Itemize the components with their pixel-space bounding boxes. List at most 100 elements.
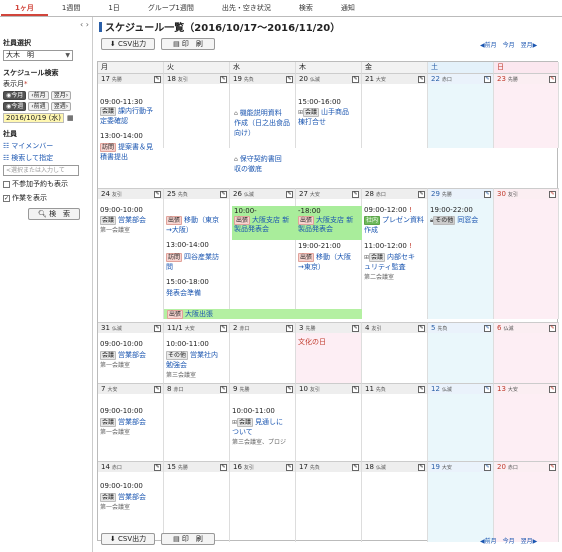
- day-number[interactable]: 2: [233, 324, 237, 332]
- add-event-icon[interactable]: ✎: [484, 464, 491, 471]
- event-title-cont[interactable]: →東京）: [298, 263, 325, 272]
- event-title-cont[interactable]: 問: [166, 263, 173, 272]
- next-month-link[interactable]: 翌月▶: [521, 40, 538, 49]
- day-number[interactable]: 22: [431, 75, 440, 83]
- add-event-icon[interactable]: ✎: [154, 386, 161, 393]
- add-event-icon[interactable]: ✎: [418, 464, 425, 471]
- event-title[interactable]: 会議 課内行動予: [100, 107, 153, 116]
- day-number[interactable]: 17: [101, 75, 110, 83]
- event-block[interactable]: -18:00 出張 大阪支店 新 製品発表会: [296, 206, 362, 240]
- add-event-icon[interactable]: ✎: [549, 464, 556, 471]
- add-event-icon[interactable]: ✎: [418, 325, 425, 332]
- day-number[interactable]: 3: [299, 324, 303, 332]
- day-cell[interactable]: [230, 472, 296, 542]
- next-week-button[interactable]: 翌週›: [50, 102, 72, 111]
- tab-week[interactable]: 1週間: [48, 0, 94, 16]
- add-event-icon[interactable]: ✎: [220, 386, 227, 393]
- add-event-icon[interactable]: ✎: [484, 191, 491, 198]
- add-event-icon[interactable]: ✎: [286, 386, 293, 393]
- add-event-icon[interactable]: ✎: [154, 464, 161, 471]
- my-member-link[interactable]: ☷ マイメンバー: [0, 140, 92, 152]
- calendar-icon[interactable]: ▦: [67, 114, 74, 122]
- tab-notice[interactable]: 通知: [327, 0, 369, 16]
- this-month-button[interactable]: ◉今月: [3, 91, 27, 100]
- tab-search[interactable]: 検索: [285, 0, 327, 16]
- add-event-icon[interactable]: ✎: [352, 386, 359, 393]
- event-title[interactable]: 発表会準備: [166, 289, 201, 298]
- day-cell[interactable]: [494, 333, 559, 384]
- add-event-icon[interactable]: ✎: [418, 191, 425, 198]
- next-month-button[interactable]: 翌月›: [50, 91, 72, 100]
- event-title[interactable]: 会議 営業部会: [100, 216, 146, 225]
- task-title-cont[interactable]: 作成（日之出食品: [234, 119, 290, 128]
- day-cell[interactable]: [164, 472, 230, 542]
- print-button-bottom[interactable]: ▤ 印 刷: [161, 533, 215, 545]
- search-button[interactable]: 🔍︎ 検 索: [28, 208, 80, 220]
- add-event-icon[interactable]: ✎: [286, 325, 293, 332]
- day-number[interactable]: 11: [365, 385, 374, 393]
- day-number[interactable]: 27: [299, 190, 308, 198]
- add-event-icon[interactable]: ✎: [549, 325, 556, 332]
- add-event-icon[interactable]: ✎: [549, 191, 556, 198]
- prev-month-link[interactable]: ◀前月: [480, 40, 497, 49]
- day-cell[interactable]: [164, 394, 230, 461]
- prev-week-button[interactable]: ‹前週: [28, 102, 49, 111]
- tab-day[interactable]: 1日: [94, 0, 133, 16]
- day-number[interactable]: 12: [431, 385, 440, 393]
- day-number[interactable]: 5: [431, 324, 435, 332]
- event-title[interactable]: 社内 プレゼン資料: [364, 216, 424, 225]
- tab-month[interactable]: 1ヶ月: [1, 0, 48, 16]
- event-title[interactable]: 会議 営業部会: [100, 351, 146, 360]
- day-number[interactable]: 19: [233, 75, 242, 83]
- this-month-link[interactable]: 今月: [503, 536, 515, 545]
- event-title-cont[interactable]: →大阪）: [166, 226, 193, 235]
- multi-day-event[interactable]: 出張 大阪出張: [164, 309, 362, 319]
- day-number[interactable]: 20: [497, 463, 506, 471]
- add-event-icon[interactable]: ✎: [418, 386, 425, 393]
- add-event-icon[interactable]: ✎: [484, 386, 491, 393]
- add-event-icon[interactable]: ✎: [220, 191, 227, 198]
- day-cell[interactable]: [494, 472, 559, 542]
- event-title-cont[interactable]: 勉強会: [166, 361, 187, 370]
- add-event-icon[interactable]: ✎: [154, 76, 161, 83]
- day-cell[interactable]: [296, 394, 362, 461]
- day-number[interactable]: 10: [299, 385, 308, 393]
- event-title-cont[interactable]: ついて: [232, 428, 253, 437]
- day-cell[interactable]: [362, 333, 428, 384]
- day-cell[interactable]: [494, 84, 559, 148]
- day-number[interactable]: 11/1: [167, 324, 183, 332]
- event-title[interactable]: 出張 移動（大阪: [298, 253, 351, 262]
- day-number[interactable]: 4: [365, 324, 369, 332]
- day-number[interactable]: 14: [101, 463, 110, 471]
- task-title-cont[interactable]: 収の徹底: [234, 165, 262, 174]
- event-title-cont[interactable]: 棟打合せ: [298, 118, 326, 127]
- event-title[interactable]: ⊞ 会議 見通しに: [232, 418, 283, 427]
- day-number[interactable]: 26: [233, 190, 242, 198]
- day-number[interactable]: 24: [101, 190, 110, 198]
- add-event-icon[interactable]: ✎: [286, 76, 293, 83]
- day-number[interactable]: 15: [167, 463, 176, 471]
- tab-group-week[interactable]: グループ1週間: [134, 0, 208, 16]
- day-cell[interactable]: [494, 199, 559, 319]
- checkbox-checked[interactable]: ✓: [3, 194, 10, 202]
- day-cell[interactable]: [428, 333, 494, 384]
- day-number[interactable]: 28: [365, 190, 374, 198]
- day-cell[interactable]: [428, 472, 494, 542]
- day-cell[interactable]: [164, 84, 230, 148]
- event-title-cont[interactable]: 積書提出: [100, 153, 128, 162]
- add-event-icon[interactable]: ✎: [286, 464, 293, 471]
- add-event-icon[interactable]: ✎: [484, 76, 491, 83]
- day-number[interactable]: 25: [167, 190, 176, 198]
- this-week-button[interactable]: ◉今週: [3, 102, 27, 111]
- add-event-icon[interactable]: ✎: [154, 325, 161, 332]
- task-title-cont[interactable]: 向け）: [234, 129, 255, 138]
- add-event-icon[interactable]: ✎: [220, 464, 227, 471]
- day-cell[interactable]: [362, 394, 428, 461]
- day-cell[interactable]: [362, 84, 428, 148]
- day-number[interactable]: 23: [497, 75, 506, 83]
- day-number[interactable]: 30: [497, 190, 506, 198]
- option-work[interactable]: ✓ 作業を表示: [0, 191, 92, 205]
- this-month-link[interactable]: 今月: [503, 40, 515, 49]
- day-number[interactable]: 9: [233, 385, 237, 393]
- prev-month-link[interactable]: ◀前月: [480, 536, 497, 545]
